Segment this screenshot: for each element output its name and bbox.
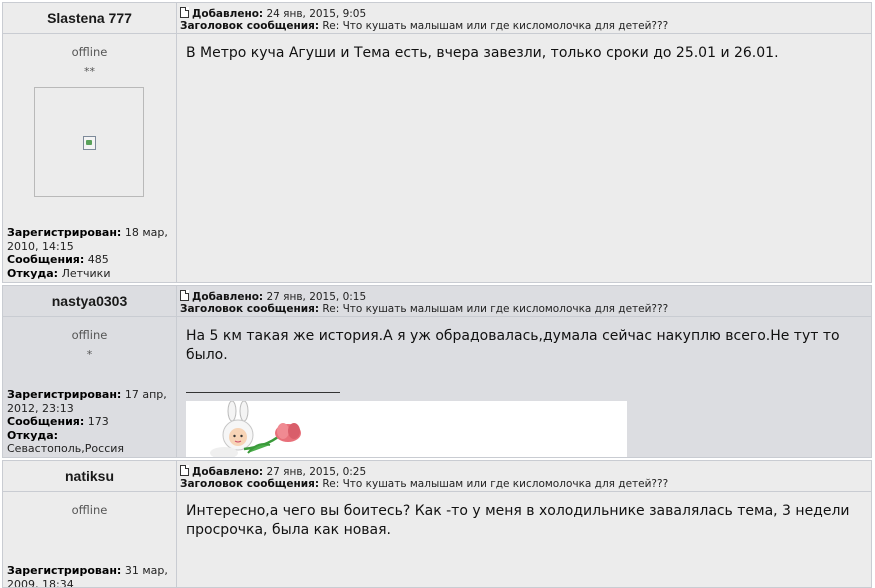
added-value: 27 янв, 2015, 0:25 xyxy=(266,466,367,478)
added-label: Добавлено: xyxy=(192,8,264,20)
forum-post: nastya0303 Добавлено: 27 янв, 2015, 0:15… xyxy=(2,285,872,458)
post-document-icon[interactable] xyxy=(180,465,189,476)
user-profile: offline Зарегистрирован: 31 мар, 2009, 1… xyxy=(2,492,177,588)
online-status: offline xyxy=(71,45,108,59)
username[interactable]: nastya0303 xyxy=(2,285,177,317)
rank-stars: * xyxy=(86,348,93,361)
added-value: 24 янв, 2015, 9:05 xyxy=(266,8,367,20)
user-profile: offline ** Зарегистрирован: 18 мар, 2010… xyxy=(2,34,177,283)
username[interactable]: Slastena 777 xyxy=(2,2,177,34)
post-text: Интересно,а чего вы боитесь? Как -то у м… xyxy=(186,503,850,538)
post-text: На 5 км такая же история.А я уж обрадова… xyxy=(186,328,840,363)
subject-value: Re: Что кушать малышам или где кисломоло… xyxy=(322,303,669,315)
added-label: Добавлено: xyxy=(192,291,264,303)
avatar[interactable] xyxy=(34,87,144,197)
user-info: Зарегистрирован: 18 мар, 2010, 14:15 Соо… xyxy=(7,226,176,280)
signature-divider xyxy=(186,392,340,393)
baby-bunny-tulip-icon xyxy=(210,401,301,457)
messages-value: 173 xyxy=(87,415,109,428)
online-status: offline xyxy=(71,328,108,342)
post-meta: Добавлено: 27 янв, 2015, 0:25 Заголовок … xyxy=(177,460,872,492)
online-status: offline xyxy=(71,503,108,517)
forum-post: Slastena 777 Добавлено: 24 янв, 2015, 9:… xyxy=(2,2,872,283)
registered-label: Зарегистрирован: xyxy=(7,564,122,577)
post-body: На 5 км такая же история.А я уж обрадова… xyxy=(177,317,872,458)
user-info: Зарегистрирован: 17 апр, 2012, 23:13 Соо… xyxy=(7,388,176,456)
broken-image-icon xyxy=(83,136,96,150)
rank-stars: ** xyxy=(84,65,95,78)
messages-label: Сообщения: xyxy=(7,253,85,266)
registered-label: Зарегистрирован: xyxy=(7,388,122,401)
username[interactable]: natiksu xyxy=(2,460,177,492)
subject-label: Заголовок сообщения: xyxy=(180,478,320,490)
from-value: Летчики xyxy=(61,266,111,280)
subject-label: Заголовок сообщения: xyxy=(180,303,320,315)
messages-value: 485 xyxy=(87,253,109,266)
subject-value: Re: Что кушать малышам или где кисломоло… xyxy=(322,478,669,490)
subject-value: Re: Что кушать малышам или где кисломоло… xyxy=(322,20,669,32)
added-label: Добавлено: xyxy=(192,466,264,478)
post-text: В Метро куча Агуши и Тема есть, вчера за… xyxy=(186,45,779,61)
messages-label: Сообщения: xyxy=(7,415,85,428)
from-label: Откуда: xyxy=(7,428,59,442)
post-meta: Добавлено: 24 янв, 2015, 9:05 Заголовок … xyxy=(177,2,872,34)
subject-label: Заголовок сообщения: xyxy=(180,20,320,32)
post-body: Интересно,а чего вы боитесь? Как -то у м… xyxy=(177,492,872,588)
post-body: В Метро куча Агуши и Тема есть, вчера за… xyxy=(177,34,872,283)
user-info: Зарегистрирован: 31 мар, 2009, 18:34 xyxy=(7,564,176,587)
post-meta: Добавлено: 27 янв, 2015, 0:15 Заголовок … xyxy=(177,285,872,317)
post-document-icon[interactable] xyxy=(180,7,189,18)
forum-post: natiksu Добавлено: 27 янв, 2015, 0:25 За… xyxy=(2,460,872,588)
from-label: Откуда: xyxy=(7,266,59,280)
signature-banner xyxy=(186,401,627,457)
registered-label: Зарегистрирован: xyxy=(7,226,122,239)
added-value: 27 янв, 2015, 0:15 xyxy=(266,291,367,303)
post-document-icon[interactable] xyxy=(180,290,189,301)
user-profile: offline * Зарегистрирован: 17 апр, 2012,… xyxy=(2,317,177,458)
from-value: Севастополь,Россия xyxy=(7,442,125,455)
